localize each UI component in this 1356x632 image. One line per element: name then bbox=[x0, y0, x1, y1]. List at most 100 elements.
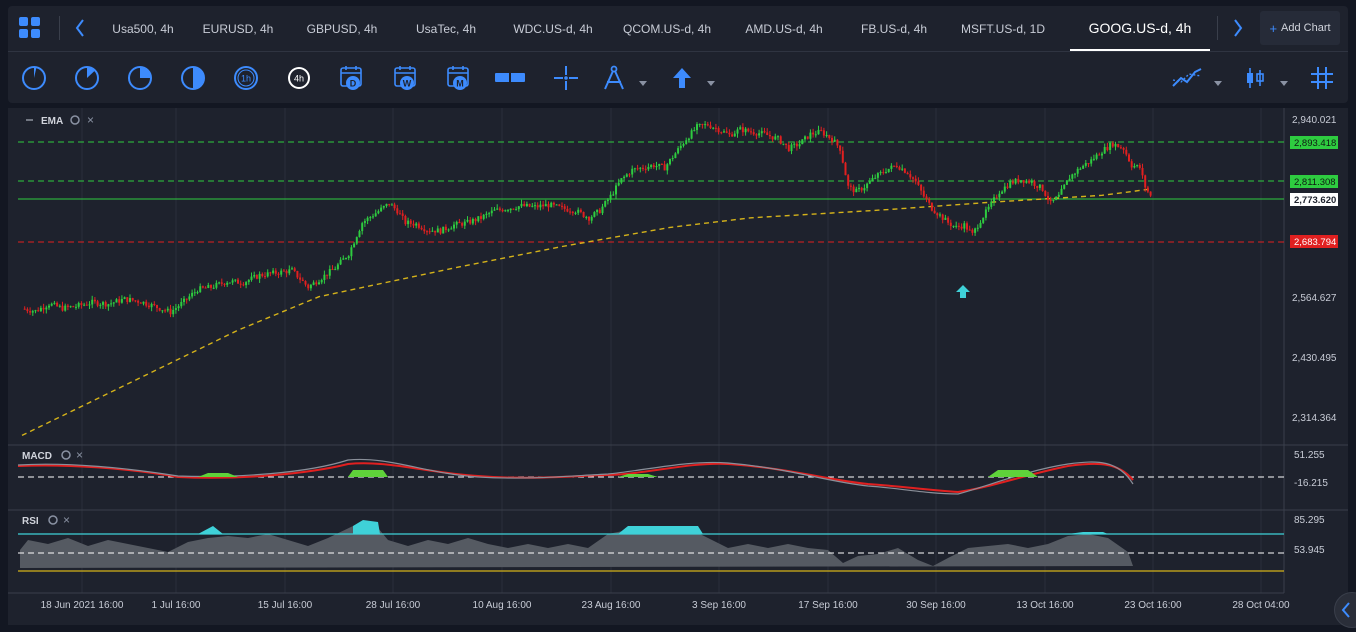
candle-body bbox=[1036, 185, 1039, 188]
candle-body bbox=[1087, 163, 1090, 165]
ema-close-icon[interactable]: × bbox=[87, 113, 94, 127]
tab-amd[interactable]: AMD.US-d, 4h bbox=[742, 6, 826, 51]
candle-body bbox=[183, 298, 185, 302]
candle-body bbox=[1017, 178, 1020, 183]
candle-body bbox=[698, 123, 701, 125]
timeframe-30m-icon[interactable] bbox=[179, 64, 207, 92]
candle-body bbox=[825, 135, 828, 137]
candle-body bbox=[774, 136, 777, 140]
timeframe-month-calendar-icon[interactable]: M bbox=[445, 64, 473, 92]
candle-body bbox=[493, 209, 496, 211]
add-chart-button[interactable]: + Add Chart bbox=[1260, 11, 1340, 45]
candle-body bbox=[914, 178, 917, 182]
collapse-panel-chevron-icon[interactable] bbox=[1334, 592, 1356, 628]
tab-msft[interactable]: MSFT.US-d, 1D bbox=[958, 6, 1048, 51]
candle-body bbox=[766, 132, 769, 136]
ruler-tool-icon[interactable] bbox=[494, 64, 526, 92]
macd-settings-gear-icon[interactable] bbox=[61, 450, 71, 460]
candle-body bbox=[995, 197, 998, 199]
rsi-close-icon[interactable]: × bbox=[63, 513, 70, 527]
macd-label: MACD bbox=[22, 451, 52, 462]
time-axis: 18 Jun 2021 16:00 1 Jul 16:00 15 Jul 16:00… bbox=[8, 592, 1290, 611]
chart-type-dropdown-caret-icon[interactable] bbox=[1280, 74, 1288, 86]
candle-body bbox=[361, 223, 364, 232]
candle-body bbox=[199, 286, 202, 293]
candle-body bbox=[949, 222, 952, 226]
chart-canvas[interactable]: EMA × 2,940.021 2,564.627 2,430.495 2,31… bbox=[8, 108, 1348, 625]
signal-dropdown-caret-icon[interactable] bbox=[707, 74, 715, 86]
tab-qcom[interactable]: QCOM.US-d, 4h bbox=[622, 6, 712, 51]
candle-body bbox=[50, 303, 53, 306]
candle-body bbox=[701, 123, 704, 125]
tab-usatec[interactable]: UsaTec, 4h bbox=[406, 6, 486, 51]
candle-body bbox=[166, 308, 169, 311]
candle-body bbox=[48, 305, 50, 308]
timeframe-week-calendar-icon[interactable]: W bbox=[392, 64, 420, 92]
price-axis: 2,940.021 2,564.627 2,430.495 2,314.364 … bbox=[1290, 115, 1338, 424]
candle-body bbox=[925, 196, 928, 200]
chart-type-candles-icon[interactable] bbox=[1241, 64, 1269, 92]
candle-body bbox=[350, 247, 353, 257]
candle-body bbox=[99, 304, 102, 306]
grid-toggle-icon[interactable] bbox=[1308, 64, 1336, 92]
candle-body bbox=[679, 145, 682, 149]
candle-body bbox=[620, 178, 623, 183]
candle-body bbox=[1033, 181, 1036, 186]
timeframe-1m-icon[interactable] bbox=[20, 64, 48, 92]
layout-grid-icon[interactable] bbox=[18, 16, 42, 40]
candle-body bbox=[118, 299, 121, 303]
candle-body bbox=[228, 282, 231, 284]
timeframe-15m-icon[interactable] bbox=[126, 64, 154, 92]
macd-close-icon[interactable]: × bbox=[76, 448, 83, 462]
candle-body bbox=[258, 273, 261, 279]
drawing-tools-dropdown-caret-icon[interactable] bbox=[639, 74, 647, 86]
tab-eurusd[interactable]: EURUSD, 4h bbox=[198, 6, 278, 51]
tab-goog[interactable]: GOOG.US-d, 4h bbox=[1070, 6, 1210, 51]
candle-body bbox=[588, 216, 590, 221]
candle-body bbox=[339, 259, 342, 265]
candle-body bbox=[26, 309, 29, 312]
tabs-prev-chevron-icon[interactable] bbox=[70, 16, 90, 40]
candle-body bbox=[814, 134, 817, 136]
chart-toolbar: 1h 4h D W M bbox=[8, 51, 1348, 103]
indicators-icon[interactable] bbox=[1171, 64, 1203, 92]
candle-body bbox=[345, 258, 347, 260]
candle-body bbox=[196, 292, 199, 294]
time-tick: 23 Oct 16:00 bbox=[1124, 600, 1182, 611]
tab-wdc[interactable]: WDC.US-d, 4h bbox=[508, 6, 598, 51]
candle-body bbox=[75, 306, 77, 308]
tab-fb[interactable]: FB.US-d, 4h bbox=[854, 6, 934, 51]
candle-body bbox=[874, 177, 877, 179]
candle-body bbox=[353, 243, 356, 248]
candle-body bbox=[785, 143, 788, 145]
candle-body bbox=[158, 308, 161, 311]
tabs-next-chevron-icon[interactable] bbox=[1228, 16, 1248, 40]
candle-body bbox=[420, 227, 423, 230]
candle-body bbox=[968, 229, 971, 231]
timeframe-1h-icon[interactable]: 1h bbox=[232, 64, 260, 92]
drawing-tools-compass-icon[interactable] bbox=[600, 64, 628, 92]
up-arrow-signal-icon[interactable] bbox=[668, 64, 696, 92]
candle-body bbox=[1047, 195, 1049, 200]
candle-body bbox=[625, 174, 628, 177]
candle-body bbox=[498, 208, 501, 210]
candle-body bbox=[822, 130, 825, 136]
tab-gbpusd[interactable]: GBPUSD, 4h bbox=[302, 6, 382, 51]
candle-body bbox=[39, 307, 42, 312]
candle-body bbox=[893, 165, 896, 167]
rsi-label: RSI bbox=[22, 516, 39, 527]
rsi-settings-gear-icon[interactable] bbox=[48, 515, 58, 525]
candle-body bbox=[849, 185, 852, 187]
candle-body bbox=[731, 134, 734, 137]
candle-body bbox=[507, 210, 509, 212]
candle-body bbox=[1101, 153, 1103, 156]
candle-body bbox=[763, 131, 766, 133]
indicators-dropdown-caret-icon[interactable] bbox=[1214, 74, 1222, 86]
timeframe-5m-icon[interactable] bbox=[73, 64, 101, 92]
timeframe-4h-icon[interactable]: 4h bbox=[285, 64, 313, 92]
time-tick: 3 Sep 16:00 bbox=[692, 600, 746, 611]
timeframe-day-calendar-icon[interactable]: D bbox=[338, 64, 366, 92]
price-tick: 2,430.495 bbox=[1292, 353, 1337, 364]
tab-usa500[interactable]: Usa500, 4h bbox=[103, 6, 183, 51]
crosshair-icon[interactable] bbox=[552, 64, 580, 92]
